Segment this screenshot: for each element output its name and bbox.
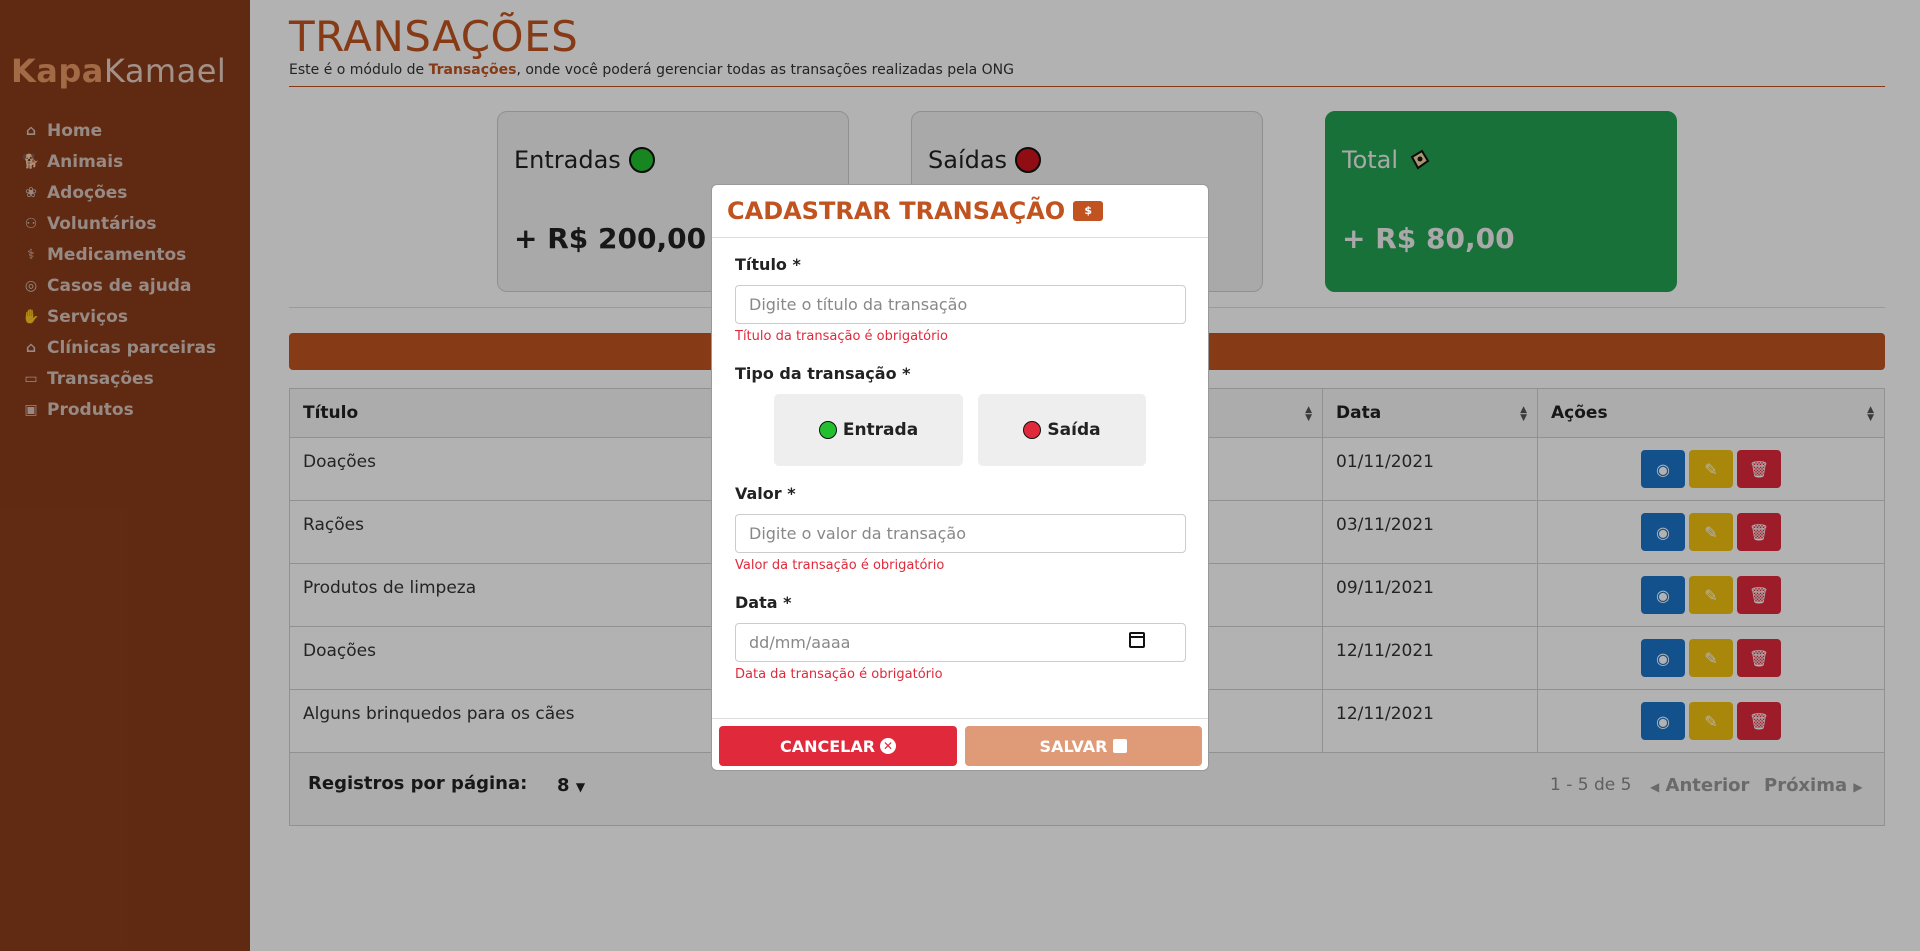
titulo-error: Título da transação é obrigatório [735, 329, 948, 344]
save-button[interactable]: SALVAR [965, 726, 1202, 766]
data-input[interactable] [735, 623, 1186, 662]
valor-label: Valor * [735, 484, 796, 503]
calendar-icon[interactable] [1129, 632, 1145, 648]
entrada-option-button[interactable]: Entrada [774, 394, 963, 466]
cancel-button[interactable]: CANCELAR ✕ [719, 726, 957, 766]
saida-option-button[interactable]: Saída [978, 394, 1146, 466]
modal-footer-divider [712, 718, 1208, 719]
money-check-icon: $ [1073, 201, 1104, 221]
valor-input[interactable] [735, 514, 1186, 553]
modal-title: CADASTRAR TRANSAÇÃO [727, 197, 1066, 225]
modal-header: CADASTRAR TRANSAÇÃO $ [712, 185, 1208, 238]
valor-error: Valor da transação é obrigatório [735, 558, 945, 573]
red-circle-icon [1023, 421, 1042, 439]
data-label: Data * [735, 593, 792, 612]
create-transaction-modal: CADASTRAR TRANSAÇÃO $ Título * Título da… [711, 184, 1209, 771]
titulo-label: Título * [735, 255, 801, 274]
data-error: Data da transação é obrigatório [735, 667, 943, 682]
cancel-label: CANCELAR [779, 736, 876, 756]
times-circle-icon: ✕ [880, 738, 897, 754]
save-label: SALVAR [1039, 736, 1108, 756]
titulo-input[interactable] [735, 285, 1186, 324]
saida-label: Saída [1047, 420, 1101, 440]
tipo-label: Tipo da transação * [735, 364, 911, 383]
save-icon [1113, 739, 1128, 753]
green-circle-icon [818, 421, 837, 439]
entrada-label: Entrada [842, 420, 919, 440]
